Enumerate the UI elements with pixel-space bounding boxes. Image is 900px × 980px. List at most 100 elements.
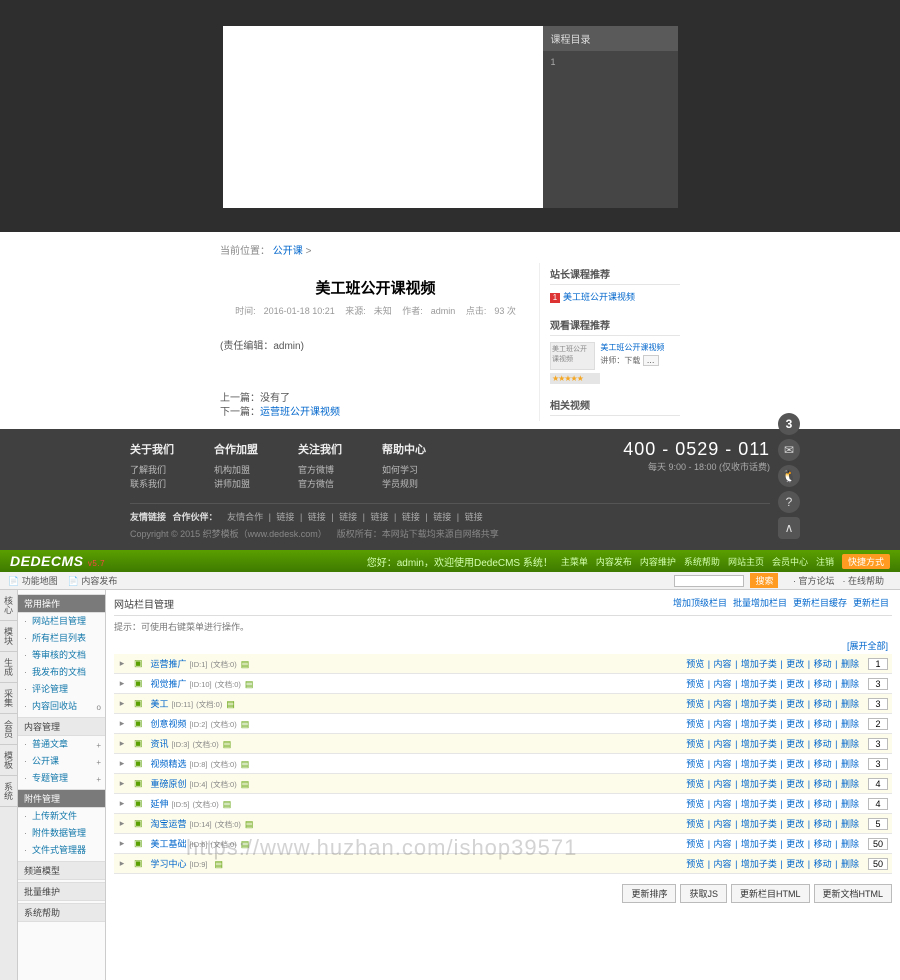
row-op[interactable]: 更改 (786, 859, 804, 869)
row-op[interactable]: 删除 (841, 759, 859, 769)
bulk-action-button[interactable]: 更新栏目HTML (731, 884, 810, 903)
row-title[interactable]: 运营推广[ID:1](文档:0)▤ (147, 654, 418, 674)
sidebar-group-header[interactable]: 内容管理 (18, 717, 105, 736)
friend-link[interactable]: 友情合作 (227, 512, 263, 522)
page-icon[interactable]: ▤ (241, 659, 250, 669)
sort-input[interactable] (868, 838, 888, 850)
row-op[interactable]: 预览 (686, 679, 704, 689)
expand-icon[interactable]: ▸ (114, 654, 130, 674)
friend-link[interactable]: 链接 (371, 512, 389, 522)
sidebar-group-header[interactable]: 频道模型 (18, 861, 105, 880)
sort-input[interactable] (868, 678, 888, 690)
next-link[interactable]: 运营班公开课视频 (260, 407, 340, 418)
friend-link[interactable]: 链接 (465, 512, 483, 522)
row-op[interactable]: 移动 (814, 699, 832, 709)
sidebar-item[interactable]: 文件式管理器 (18, 842, 105, 859)
row-op[interactable]: 预览 (686, 659, 704, 669)
row-op[interactable]: 删除 (841, 859, 859, 869)
sidebar-item[interactable]: 上传新文件 (18, 808, 105, 825)
sidebar-item[interactable]: 附件数据管理 (18, 825, 105, 842)
rec-item[interactable]: 1美工班公开课视频 (550, 290, 680, 304)
footer-link[interactable]: 官方微博 (298, 463, 342, 477)
sidebar-item[interactable]: 等审核的文档 (18, 647, 105, 664)
row-op[interactable]: 删除 (841, 839, 859, 849)
page-icon[interactable]: ▤ (245, 819, 254, 829)
row-title[interactable]: 学习中心[ID:9]▤ (147, 854, 418, 874)
crumb-op-link[interactable]: 更新栏目 (853, 598, 889, 608)
row-op[interactable]: 内容 (714, 719, 732, 729)
vtab[interactable]: 核心 (0, 590, 17, 621)
row-title[interactable]: 延伸[ID:5](文档:0)▤ (147, 794, 418, 814)
bulk-action-button[interactable]: 更新文档HTML (814, 884, 893, 903)
row-op[interactable]: 删除 (841, 659, 859, 669)
row-op[interactable]: 更改 (786, 679, 804, 689)
row-op[interactable]: 内容 (714, 799, 732, 809)
sort-input[interactable] (868, 658, 888, 670)
row-op[interactable]: 内容 (714, 779, 732, 789)
row-op[interactable]: 更改 (786, 839, 804, 849)
expand-icon[interactable]: ▸ (114, 774, 130, 794)
sort-input[interactable] (868, 778, 888, 790)
vtab[interactable]: 生成 (0, 652, 17, 683)
admin-top-link[interactable]: 内容维护 (640, 555, 676, 568)
row-op[interactable]: 增加子类 (741, 839, 777, 849)
row-op[interactable]: 更改 (786, 759, 804, 769)
row-op[interactable]: 预览 (686, 859, 704, 869)
notification-badge[interactable]: 3 (778, 413, 800, 435)
vtab[interactable]: 系统 (0, 776, 17, 807)
row-op[interactable]: 删除 (841, 799, 859, 809)
sidebar-group-header[interactable]: 附件管理 (18, 789, 105, 808)
row-op[interactable]: 预览 (686, 739, 704, 749)
footer-link[interactable]: 学员规则 (382, 477, 426, 491)
row-op[interactable]: 内容 (714, 759, 732, 769)
admin-top-link[interactable]: 注销 (816, 555, 834, 568)
download-button[interactable]: … (643, 355, 659, 366)
help-icon[interactable]: ? (778, 491, 800, 513)
row-op[interactable]: 增加子类 (741, 659, 777, 669)
row-title[interactable]: 视觉推广[ID:10](文档:0)▤ (147, 674, 418, 694)
video-card[interactable]: 美工班公开课视频 美工班公开课视频 讲师：下载 … ★★★★★ (550, 342, 680, 384)
sidebar-group-header[interactable]: 常用操作 (18, 594, 105, 613)
row-op[interactable]: 预览 (686, 779, 704, 789)
row-title[interactable]: 创意视频[ID:2](文档:0)▤ (147, 714, 418, 734)
video-card-title[interactable]: 美工班公开课视频 (600, 343, 664, 352)
sidebar-item[interactable]: 所有栏目列表 (18, 630, 105, 647)
admin-top-link[interactable]: 主菜单 (561, 555, 588, 568)
friend-link[interactable]: 链接 (402, 512, 420, 522)
row-op[interactable]: 增加子类 (741, 739, 777, 749)
expand-icon[interactable]: ▸ (114, 854, 130, 874)
admin-top-link[interactable]: 会员中心 (772, 555, 808, 568)
sort-input[interactable] (868, 858, 888, 870)
sort-input[interactable] (868, 698, 888, 710)
row-op[interactable]: 移动 (814, 659, 832, 669)
expand-icon[interactable]: ▸ (114, 794, 130, 814)
page-icon[interactable]: ▤ (241, 719, 250, 729)
sort-input[interactable] (868, 718, 888, 730)
sidebar-item[interactable]: 专题管理+ (18, 770, 105, 787)
page-icon[interactable]: ▤ (223, 799, 232, 809)
submenu-link[interactable]: · 在线帮助 (843, 576, 885, 586)
admin-top-link[interactable]: 网站主页 (728, 555, 764, 568)
sidebar-item[interactable]: 我发布的文档 (18, 664, 105, 681)
footer-link[interactable]: 联系我们 (130, 477, 174, 491)
row-op[interactable]: 预览 (686, 799, 704, 809)
row-op[interactable]: 内容 (714, 819, 732, 829)
row-title[interactable]: 资讯[ID:3](文档:0)▤ (147, 734, 418, 754)
bulk-action-button[interactable]: 更新排序 (622, 884, 676, 903)
footer-link[interactable]: 了解我们 (130, 463, 174, 477)
sidebar-group-header[interactable]: 批量维护 (18, 882, 105, 901)
row-op[interactable]: 移动 (814, 839, 832, 849)
sidebar-item[interactable]: 评论管理 (18, 681, 105, 698)
row-op[interactable]: 增加子类 (741, 799, 777, 809)
submenu-item[interactable]: 📄 功能地图 (8, 576, 58, 586)
friend-link[interactable]: 链接 (433, 512, 451, 522)
expand-icon[interactable]: ▸ (114, 694, 130, 714)
chat-icon[interactable]: ✉ (778, 439, 800, 461)
row-op[interactable]: 增加子类 (741, 759, 777, 769)
row-op[interactable]: 更改 (786, 819, 804, 829)
expand-icon[interactable]: ▸ (114, 714, 130, 734)
row-op[interactable]: 内容 (714, 859, 732, 869)
submenu-item[interactable]: 📄 内容发布 (68, 576, 118, 586)
row-op[interactable]: 预览 (686, 759, 704, 769)
search-input[interactable] (674, 575, 744, 587)
